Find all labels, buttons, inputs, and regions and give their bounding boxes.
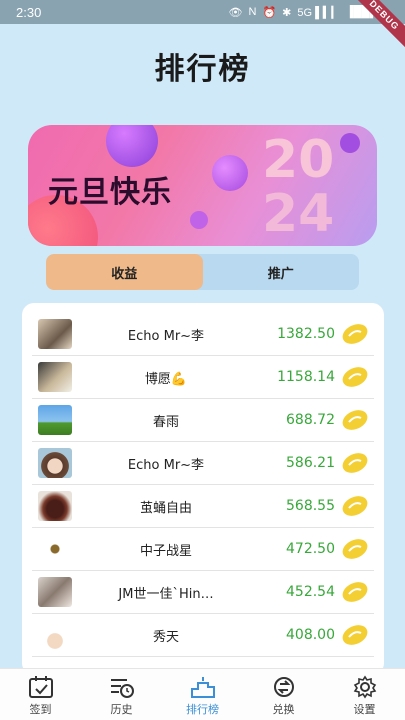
podium-icon	[190, 677, 215, 698]
earnings-value: 408.00	[286, 627, 335, 643]
ranking-tabs: 收益 推广	[46, 254, 359, 290]
exchange-icon	[273, 677, 294, 697]
coin-icon	[342, 367, 368, 387]
bluetooth-icon: ✱	[282, 6, 292, 19]
coin-icon	[342, 496, 368, 516]
list-item[interactable]: 中子战星 472.50	[32, 528, 374, 571]
cartoon-girl-avatar	[38, 448, 72, 478]
earnings-value: 688.72	[286, 412, 335, 428]
list-item[interactable]: 春雨 688.72	[32, 399, 374, 442]
year-bottom-digits: 24	[262, 184, 334, 244]
ranking-list: Echo Mr~李 1382.50 博愿💪 1158.14 春雨 688.72 …	[22, 303, 384, 675]
earnings-value: 1382.50	[277, 326, 335, 342]
user-name: 春雨	[152, 414, 179, 430]
list-item[interactable]: 博愿💪 1158.14	[32, 356, 374, 399]
earnings-value: 586.21	[286, 455, 335, 471]
eye-icon: 👁	[228, 6, 243, 19]
user-name: Echo Mr~李	[127, 328, 205, 344]
earnings-value: 452.54	[286, 584, 335, 600]
history-icon	[110, 679, 134, 698]
nav-label: 兑换	[272, 703, 295, 716]
user-name: 茧蛹自由	[139, 500, 192, 516]
banner-bubble	[190, 211, 208, 229]
nav-label: 历史	[110, 703, 133, 716]
nav-label: 排行榜	[186, 703, 219, 716]
small-icon-avatar	[38, 534, 72, 564]
food-avatar	[38, 491, 72, 521]
year-top-digits: 20	[262, 130, 334, 190]
nav-history[interactable]: 历史	[81, 669, 162, 720]
nav-checkin[interactable]: 签到	[0, 669, 81, 720]
user-name: 博愿💪	[144, 371, 188, 387]
alarm-icon: ⏰	[262, 6, 277, 19]
anime-avatar	[38, 577, 72, 607]
list-item[interactable]: Echo Mr~李 1382.50	[32, 313, 374, 356]
tab-promotion[interactable]: 推广	[203, 254, 360, 290]
coin-icon	[342, 324, 368, 344]
nfc-icon: N	[248, 6, 257, 18]
banner-bubble	[106, 125, 158, 167]
banner-bubble	[212, 155, 248, 191]
user-name: JM世一佳`Hin…	[118, 586, 214, 602]
photo-avatar-2	[38, 362, 72, 392]
coin-icon	[342, 410, 368, 430]
earnings-value: 1158.14	[277, 369, 335, 385]
status-time: 2:30	[16, 4, 42, 20]
banner-greeting: 元旦快乐	[48, 175, 172, 210]
nav-label: 签到	[29, 703, 52, 716]
list-item[interactable]: Echo Mr~李 586.21	[32, 442, 374, 485]
tab-income[interactable]: 收益	[46, 254, 203, 290]
status-bar: 2:30 👁 N ⏰ ✱ 5G ▌▍▎ ▐██▌	[0, 0, 405, 24]
nav-exchange[interactable]: 兑换	[243, 669, 324, 720]
cartoon-hat-avatar	[38, 620, 72, 650]
user-name: Echo Mr~李	[127, 457, 205, 473]
coin-icon	[342, 582, 368, 602]
nav-settings[interactable]: 设置	[324, 669, 405, 720]
gear-icon	[353, 675, 376, 699]
calendar-check-icon	[28, 676, 53, 698]
coin-icon	[342, 453, 368, 473]
landscape-avatar	[38, 405, 72, 435]
coin-icon	[342, 625, 368, 645]
earnings-value: 568.55	[286, 498, 335, 514]
coin-icon	[342, 539, 368, 559]
user-name: 秀天	[152, 629, 179, 645]
earnings-value: 472.50	[286, 541, 335, 557]
nav-ranking[interactable]: 排行榜	[162, 669, 243, 720]
bottom-nav: 签到 历史 排行榜 兑换 设置	[0, 668, 405, 720]
banner-year: 20 24	[262, 130, 334, 244]
user-name: 中子战星	[139, 543, 192, 559]
list-item[interactable]: 秀天 408.00	[32, 614, 374, 657]
list-item[interactable]: 茧蛹自由 568.55	[32, 485, 374, 528]
list-item[interactable]: JM世一佳`Hin… 452.54	[32, 571, 374, 614]
page-title: 排行榜	[154, 52, 251, 87]
photo-avatar-1	[38, 319, 72, 349]
new-year-banner[interactable]: 元旦快乐 20 24	[28, 125, 377, 246]
nav-label: 设置	[353, 703, 376, 716]
signal-icon: 5G ▌▍▎	[297, 6, 340, 19]
